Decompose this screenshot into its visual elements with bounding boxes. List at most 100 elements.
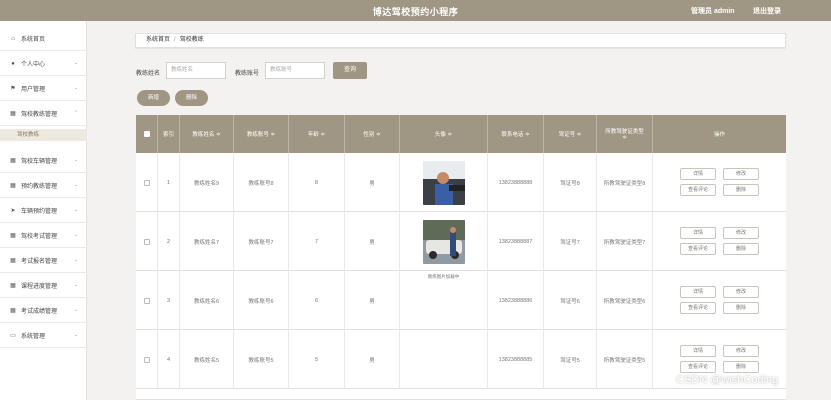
cell-gender: 男 [345, 212, 400, 271]
coach-photo [422, 219, 465, 264]
chevron-down-icon: ⌄ [73, 207, 78, 213]
cell-age: 7 [289, 212, 345, 271]
table-header: 索引 教练姓名 ≑ 教练账号 ≑ 年龄 ≑ 性别 ≑ 头像 ≑ 联系电话 ≑ 驾… [136, 115, 786, 153]
cell-photo [400, 330, 488, 389]
sidebar: ⌂ 系统首页 ● 个人中心 ⌄ ⚑ 用户管理 ⌄ ▦ 驾校教练管理 ⌃ 驾校教练… [0, 21, 87, 400]
cell-age: 5 [289, 330, 345, 389]
cell-license-type: 所教驾驶证类型5 [597, 330, 653, 389]
cell-name: 教练姓名7 [180, 212, 234, 271]
chevron-down-icon: ⌄ [73, 85, 78, 91]
table-row: 1 教练姓名9 教练账号8 8 男 13823888888 驾证号8 所教驾驶证… [136, 153, 786, 212]
column-header-gender[interactable]: 性别 ≑ [345, 115, 400, 153]
row-checkbox[interactable] [143, 356, 150, 363]
table-row [136, 389, 786, 400]
home-icon: ⌂ [11, 35, 15, 42]
row-select-cell[interactable] [136, 153, 158, 212]
sidebar-item-label: 车辆预约管理 [21, 209, 58, 215]
detail-button[interactable]: 详情 [680, 286, 716, 298]
column-header-license-type[interactable]: 所教驾驶证类型 ≑ [597, 115, 653, 153]
cell-age: 6 [289, 271, 345, 330]
cell-account: 教练账号6 [234, 271, 289, 330]
cell-account: 教练账号8 [234, 153, 289, 212]
cell-license: 驾证号6 [544, 271, 597, 330]
sidebar-item-exam-scores[interactable]: ▦ 考试成绩管理 ⌄ [0, 299, 87, 323]
column-header-phone[interactable]: 联系电话 ≑ [488, 115, 544, 153]
chevron-down-icon: ⌄ [73, 282, 78, 288]
select-all-cell[interactable] [136, 115, 158, 153]
cell-license-type: 所教驾驶证类型7 [597, 212, 653, 271]
sidebar-item-label: 预约教练管理 [21, 184, 58, 190]
grid-icon: ▦ [10, 183, 16, 189]
sidebar-subitem-coach[interactable]: 驾校教练 [0, 129, 87, 141]
cell-name: 教练姓名6 [180, 271, 234, 330]
row-checkbox[interactable] [143, 179, 150, 186]
column-header-license[interactable]: 驾证号 ≑ [544, 115, 597, 153]
table-row: 3 教练姓名6 教练账号6 6 男 教练图片加载中 13823888886 驾证… [136, 271, 786, 330]
delete-button[interactable]: 删除 [175, 90, 208, 106]
cell-gender: 男 [345, 153, 400, 212]
logout-link[interactable]: 退出登录 [753, 6, 781, 16]
cell-actions: 详情 修改 查看评论 删除 [653, 153, 786, 212]
edit-button[interactable]: 修改 [723, 345, 759, 357]
sidebar-item-course-progress[interactable]: ▦ 课程进度管理 ⌄ [0, 274, 87, 298]
sidebar-item-system[interactable]: ▭ 系统管理 ⌄ [0, 324, 87, 348]
chevron-down-icon: ⌄ [73, 332, 78, 338]
row-select-cell[interactable] [136, 271, 158, 330]
coach-name-input[interactable]: 教练姓名 [166, 62, 226, 79]
detail-button[interactable]: 详情 [680, 345, 716, 357]
sidebar-item-profile[interactable]: ● 个人中心 ⌄ [0, 52, 87, 76]
sidebar-item-vehicle-booking[interactable]: ➤ 车辆预约管理 ⌄ [0, 199, 87, 223]
edit-button[interactable]: 修改 [723, 168, 759, 180]
breadcrumb: 系统首页 / 驾校教练 [135, 33, 786, 48]
sidebar-item-label: 考试成绩管理 [21, 309, 58, 315]
row-delete-button[interactable]: 删除 [723, 302, 759, 314]
row-select-cell[interactable] [136, 330, 158, 389]
column-header-age[interactable]: 年龄 ≑ [289, 115, 345, 153]
grid-icon: ▦ [10, 158, 16, 164]
sidebar-item-exams[interactable]: ▦ 驾校考试管理 ⌄ [0, 224, 87, 248]
view-comments-button[interactable]: 查看评论 [680, 243, 716, 255]
sidebar-item-label: 驾校考试管理 [21, 234, 58, 240]
grid-icon: ▦ [10, 111, 16, 117]
row-delete-button[interactable]: 删除 [723, 243, 759, 255]
sidebar-item-exam-signup[interactable]: ▦ 考试报名管理 ⌄ [0, 249, 87, 273]
coach-number-input[interactable]: 教练账号 [265, 62, 325, 79]
cell-photo [400, 212, 488, 271]
row-delete-button[interactable]: 删除 [723, 184, 759, 196]
row-checkbox[interactable] [143, 297, 150, 304]
row-delete-button[interactable]: 删除 [723, 361, 759, 373]
user-icon: ● [11, 60, 15, 67]
cell-phone: 13823888887 [488, 212, 544, 271]
detail-button[interactable]: 详情 [680, 227, 716, 239]
grid-icon: ▦ [10, 283, 16, 289]
breadcrumb-home[interactable]: 系统首页 [146, 37, 170, 43]
sidebar-item-label: 系统管理 [21, 334, 46, 340]
coach-photo [422, 160, 465, 205]
column-header-name[interactable]: 教练姓名 ≑ [180, 115, 234, 153]
coach-name-label: 教练姓名 [136, 71, 161, 77]
detail-button[interactable]: 详情 [680, 168, 716, 180]
view-comments-button[interactable]: 查看评论 [680, 184, 716, 196]
column-header-account[interactable]: 教练账号 ≑ [234, 115, 289, 153]
sidebar-item-users[interactable]: ⚑ 用户管理 ⌄ [0, 77, 87, 101]
chevron-up-icon: ⌃ [73, 110, 78, 116]
edit-button[interactable]: 修改 [723, 227, 759, 239]
sidebar-item-vehicles[interactable]: ▦ 驾校车辆管理 ⌄ [0, 149, 87, 173]
view-comments-button[interactable]: 查看评论 [680, 361, 716, 373]
add-button[interactable]: 新增 [137, 90, 170, 106]
select-all-checkbox[interactable] [143, 131, 150, 137]
edit-button[interactable]: 修改 [723, 286, 759, 298]
row-checkbox[interactable] [143, 238, 150, 245]
row-select-cell[interactable] [136, 212, 158, 271]
cell-index: 2 [158, 212, 180, 271]
cell-index: 4 [158, 330, 180, 389]
search-button[interactable]: 查询 [333, 62, 367, 79]
sidebar-item-home[interactable]: ⌂ 系统首页 [0, 27, 87, 51]
cell-name: 教练姓名5 [180, 330, 234, 389]
sidebar-item-coaches[interactable]: ▦ 驾校教练管理 ⌃ [0, 102, 87, 126]
cell-license: 驾证号7 [544, 212, 597, 271]
column-header-photo[interactable]: 头像 ≑ [400, 115, 488, 153]
view-comments-button[interactable]: 查看评论 [680, 302, 716, 314]
chevron-down-icon: ⌄ [73, 182, 78, 188]
sidebar-item-coach-booking[interactable]: ▦ 预约教练管理 ⌄ [0, 174, 87, 198]
